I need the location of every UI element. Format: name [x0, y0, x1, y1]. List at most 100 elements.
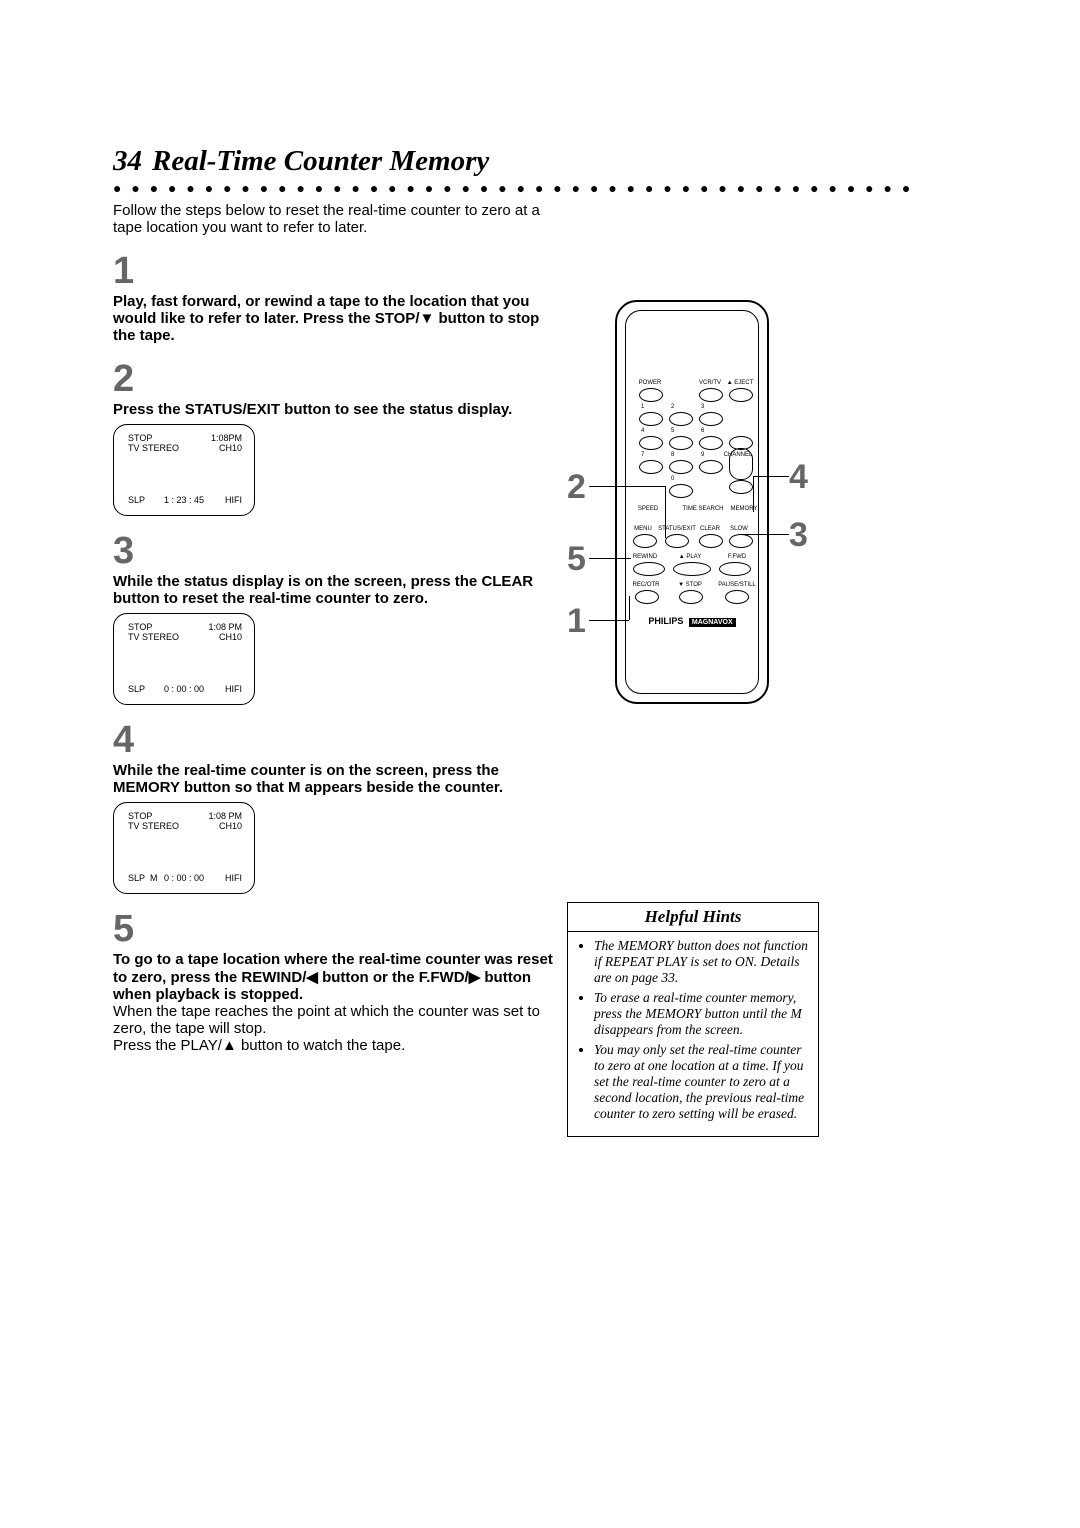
step-5-bold: To go to a tape location where the real-… — [113, 951, 563, 1003]
digit-7 — [639, 460, 663, 474]
eject-button — [729, 388, 753, 402]
step-3-text: While the status display is on the scree… — [113, 573, 563, 607]
status-slp: SLP — [128, 684, 145, 694]
status-hifi: HIFI — [225, 873, 242, 883]
status-display-4: STOP TV STEREO 1:08 PM CH10 SLP M 0 : 00… — [113, 802, 255, 894]
status-stereo: TV STEREO — [128, 443, 179, 453]
channel-down — [729, 480, 753, 494]
slow-button — [729, 534, 753, 548]
hint-item: You may only set the real-time counter t… — [594, 1042, 808, 1122]
step-4-text: While the real-time counter is on the sc… — [113, 762, 563, 796]
menu-button — [633, 534, 657, 548]
hint-item: The MEMORY button does not function if R… — [594, 938, 808, 986]
hint-item: To erase a real-time counter memory, pre… — [594, 990, 808, 1038]
label-eject: ▲ EJECT — [723, 380, 757, 386]
digit-5 — [669, 436, 693, 450]
vcrtv-button — [699, 388, 723, 402]
pause-button — [725, 590, 749, 604]
stop-button — [679, 590, 703, 604]
status-button — [665, 534, 689, 548]
label-rewind: REWIND — [631, 554, 659, 560]
label-4: 4 — [641, 428, 644, 434]
step-1-text: Play, fast forward, or rewind a tape to … — [113, 293, 563, 344]
digit-4 — [639, 436, 663, 450]
status-counter: 0 : 00 : 00 — [164, 873, 204, 883]
digit-1 — [639, 412, 663, 426]
status-stereo: TV STEREO — [128, 821, 179, 831]
callout-3: 3 — [789, 516, 808, 555]
label-memory: MEMORY — [729, 506, 759, 512]
status-hifi: HIFI — [225, 684, 242, 694]
status-time: 1:08 PM — [208, 622, 242, 632]
status-stereo: TV STEREO — [128, 632, 179, 642]
label-0: 0 — [671, 476, 674, 482]
channel-rocker — [729, 448, 753, 480]
power-button — [639, 388, 663, 402]
label-9: 9 — [701, 452, 704, 458]
callout-4: 4 — [789, 458, 808, 497]
digit-3 — [699, 412, 723, 426]
label-5: 5 — [671, 428, 674, 434]
digit-6 — [699, 436, 723, 450]
label-power: POWER — [635, 380, 665, 386]
label-status: STATUS/EXIT — [657, 526, 697, 532]
label-timesearch: TIME SEARCH — [679, 506, 727, 512]
status-slp: SLP — [128, 873, 145, 883]
rewind-button — [633, 562, 665, 576]
intro-text: Follow the steps below to reset the real… — [113, 202, 563, 236]
page-title: Real-Time Counter Memory — [152, 145, 489, 178]
label-3: 3 — [701, 404, 704, 410]
label-pause: PAUSE/STILL — [715, 582, 759, 588]
status-stop: STOP — [128, 433, 152, 443]
status-stop: STOP — [128, 622, 152, 632]
label-vcrtv: VCR/TV — [695, 380, 725, 386]
rule: ● ● ● ● ● ● ● ● ● ● ● ● ● ● ● ● ● ● ● ● … — [113, 180, 913, 196]
status-ch: CH10 — [219, 632, 242, 642]
step-4-number: 4 — [113, 719, 913, 762]
label-recotr: REC/OTR — [631, 582, 661, 588]
clear-button — [699, 534, 723, 548]
play-button — [673, 562, 711, 576]
label-play: ▲ PLAY — [673, 554, 707, 560]
status-ch: CH10 — [219, 443, 242, 453]
label-ffwd: F.FWD — [723, 554, 751, 560]
label-slow: SLOW — [727, 526, 751, 532]
step-2-text: Press the STATUS/EXIT button to see the … — [113, 401, 563, 418]
rec-button — [635, 590, 659, 604]
brand-magnavox: MAGNAVOX — [689, 618, 736, 627]
step-5-body1: When the tape reaches the point at which… — [113, 1003, 563, 1037]
status-slp: SLP — [128, 495, 145, 505]
label-menu: MENU — [631, 526, 655, 532]
label-7: 7 — [641, 452, 644, 458]
digit-9 — [699, 460, 723, 474]
status-display-2: STOP TV STEREO 1:08PM CH10 SLP 1 : 23 : … — [113, 424, 255, 516]
status-time: 1:08PM — [211, 433, 242, 443]
callout-1: 1 — [567, 602, 586, 641]
label-2: 2 — [671, 404, 674, 410]
callout-2: 2 — [567, 468, 586, 507]
label-1: 1 — [641, 404, 644, 410]
label-stop: ▼ STOP — [673, 582, 707, 588]
status-counter: 1 : 23 : 45 — [164, 495, 204, 505]
status-stop: STOP — [128, 811, 152, 821]
status-counter: 0 : 00 : 00 — [164, 684, 204, 694]
remote-diagram: POWER VCR/TV ▲ EJECT 1 2 3 4 5 6 7 8 9 0… — [567, 300, 817, 720]
label-8: 8 — [671, 452, 674, 458]
label-clear: CLEAR — [697, 526, 723, 532]
status-time: 1:08 PM — [208, 811, 242, 821]
callout-5: 5 — [567, 540, 586, 579]
status-ch: CH10 — [219, 821, 242, 831]
helpful-hints-box: Helpful Hints The MEMORY button does not… — [567, 902, 819, 1137]
ffwd-button — [719, 562, 751, 576]
page-number: 34 — [113, 145, 142, 178]
step-5-body2: Press the PLAY/▲ button to watch the tap… — [113, 1037, 563, 1054]
status-m: M — [150, 873, 158, 883]
digit-2 — [669, 412, 693, 426]
hints-title: Helpful Hints — [568, 903, 818, 932]
label-6: 6 — [701, 428, 704, 434]
brand-philips: PHILIPS — [648, 616, 683, 626]
label-speed: SPEED — [635, 506, 661, 512]
status-hifi: HIFI — [225, 495, 242, 505]
status-display-3: STOP TV STEREO 1:08 PM CH10 SLP 0 : 00 :… — [113, 613, 255, 705]
digit-0 — [669, 484, 693, 498]
